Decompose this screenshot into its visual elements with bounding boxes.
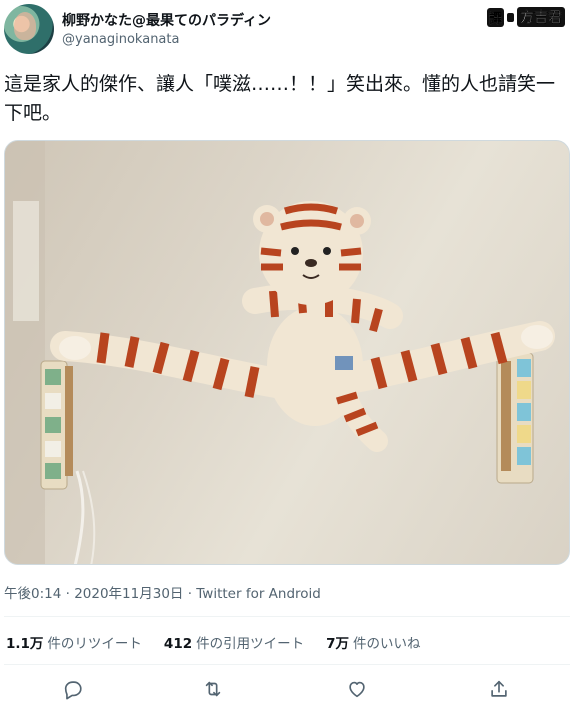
retweet-icon[interactable]	[202, 678, 226, 702]
watermark-dot-icon	[507, 12, 514, 22]
share-icon[interactable]	[488, 678, 512, 702]
tweet-header: 柳野かなた@最果てのパラディン @yanaginokanata 譯 方吉君	[0, 0, 573, 60]
divider-bottom	[4, 664, 570, 665]
tweet-actions	[0, 674, 573, 706]
stat-quotes[interactable]: 412 件の引用ツイート	[164, 632, 304, 652]
divider-top	[4, 616, 570, 617]
stat-likes[interactable]: 7万 件のいいね	[326, 632, 420, 652]
stat-retweets[interactable]: 1.1万 件のリツイート	[6, 632, 142, 652]
photo-stuffed-tiger-on-wall	[5, 141, 555, 564]
avatar[interactable]	[4, 4, 54, 54]
tweet-stats: 1.1万 件のリツイート 412 件の引用ツイート 7万 件のいいね	[6, 632, 421, 652]
like-icon[interactable]	[346, 678, 370, 702]
tweet-text: 這是家人的傑作、讓人「噗滋……！！」笑出來。懂的人也請笑一下吧。	[4, 73, 556, 124]
right-clothespin	[496, 352, 534, 484]
tweet-photo[interactable]	[4, 140, 570, 565]
watermark-part2: 方吉君	[517, 7, 565, 27]
reply-icon[interactable]	[62, 678, 86, 702]
watermark-logo: 譯 方吉君	[483, 6, 569, 28]
watermark-part1: 譯	[486, 7, 504, 27]
tweet-timestamp[interactable]: 午後0:14 · 2020年11月30日 · Twitter for Andro…	[4, 582, 321, 602]
left-clothespin	[40, 360, 73, 490]
author-handle[interactable]: @yanaginokanata	[62, 32, 179, 47]
author-display-name[interactable]: 柳野かなた@最果てのパラディン	[62, 10, 271, 30]
